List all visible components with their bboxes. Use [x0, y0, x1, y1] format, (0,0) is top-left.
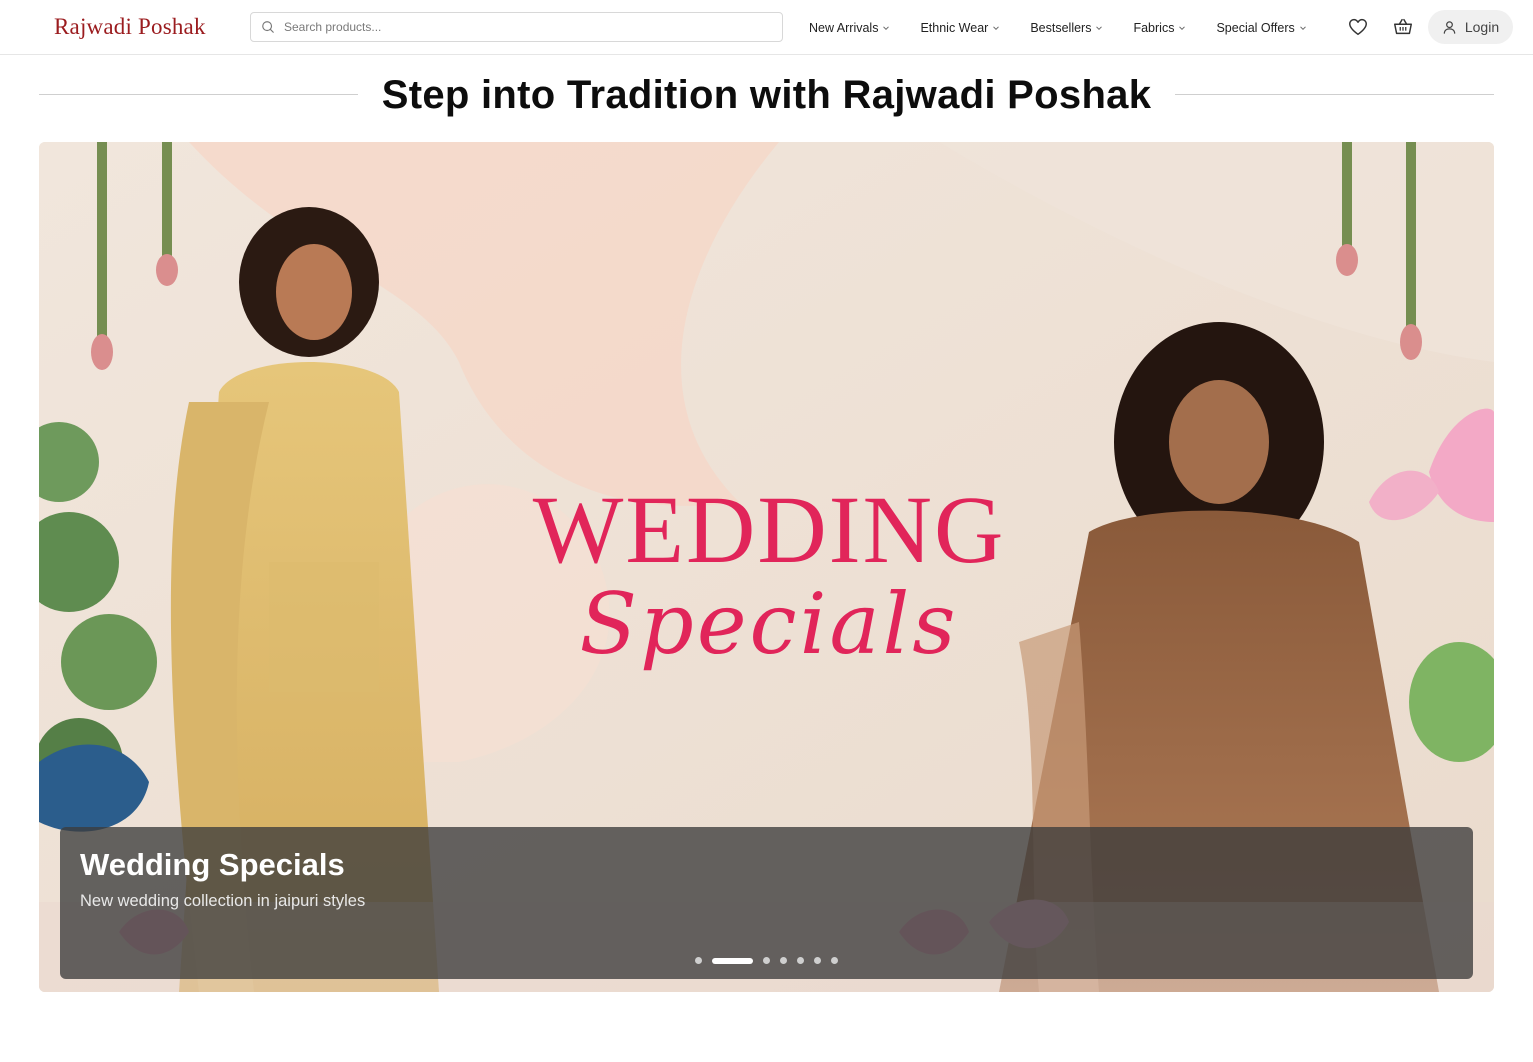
nav-fabrics[interactable]: Fabrics [1133, 21, 1186, 35]
carousel-dot[interactable] [797, 957, 804, 964]
carousel-dot-active[interactable] [712, 957, 753, 964]
carousel-dot[interactable] [814, 957, 821, 964]
nav-label: Bestsellers [1030, 20, 1092, 35]
carousel-dot[interactable] [695, 957, 702, 964]
search-bar[interactable] [250, 12, 783, 42]
search-input[interactable] [284, 17, 764, 37]
page-title: Step into Tradition with Rajwadi Poshak [381, 73, 1152, 117]
slide-caption: Wedding Specials New wedding collection … [60, 827, 1473, 979]
chevron-down-icon [1096, 26, 1103, 31]
slide-subtitle: New wedding collection in jaipuri styles [80, 892, 366, 910]
carousel-dot[interactable] [831, 957, 838, 964]
nav-new-arrivals[interactable]: New Arrivals [809, 21, 890, 35]
login-button[interactable]: Login [1428, 10, 1513, 44]
page-title-row: Step into Tradition with Rajwadi Poshak [39, 72, 1494, 118]
nav-label: Special Offers [1216, 20, 1295, 35]
chevron-down-icon [883, 26, 890, 31]
slide-title: Wedding Specials [80, 847, 345, 882]
site-header: Rajwadi Poshak New Arrivals Ethnic Wear … [0, 0, 1533, 55]
user-icon [1443, 20, 1456, 34]
banner-script-text: Specials [579, 575, 959, 673]
nav-label: New Arrivals [809, 20, 879, 35]
nav-ethnic-wear[interactable]: Ethnic Wear [920, 21, 1000, 35]
banner-headline: WEDDING [532, 476, 1006, 583]
chevron-down-icon [1299, 26, 1306, 31]
search-icon [262, 21, 274, 33]
chevron-down-icon [993, 26, 1000, 31]
nav-bestsellers[interactable]: Bestsellers [1030, 21, 1103, 35]
nav-special-offers[interactable]: Special Offers [1216, 21, 1306, 35]
carousel-dot[interactable] [780, 957, 787, 964]
login-label: Login [1464, 19, 1500, 35]
nav-label: Fabrics [1133, 20, 1175, 35]
basket-icon[interactable] [1392, 16, 1414, 38]
carousel-dot[interactable] [763, 957, 770, 964]
nav-label: Ethnic Wear [920, 20, 989, 35]
brand-logo[interactable]: Rajwadi Poshak [54, 14, 206, 40]
heart-icon[interactable] [1347, 16, 1369, 38]
main-nav: New Arrivals Ethnic Wear Bestsellers Fab… [809, 0, 1337, 55]
carousel-indicators [60, 957, 1473, 964]
hero-carousel[interactable]: WEDDING Specials Wedding Specials New we… [39, 142, 1494, 992]
chevron-down-icon [1179, 26, 1186, 31]
